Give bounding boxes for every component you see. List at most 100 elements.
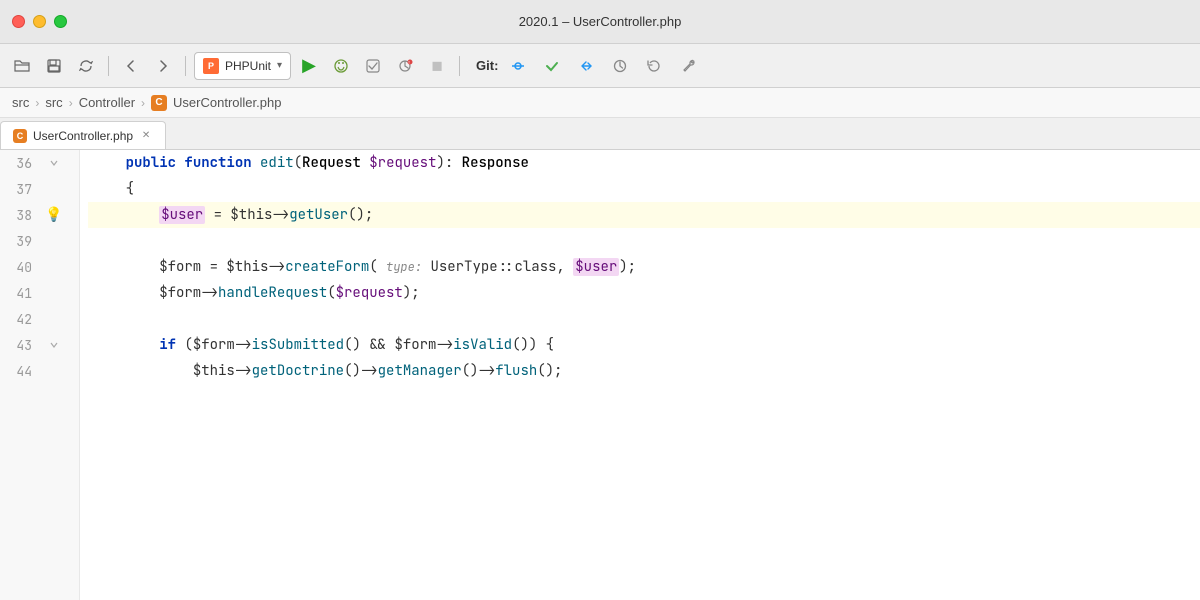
breadcrumb-controller[interactable]: Controller <box>79 95 135 110</box>
profile-button[interactable]: ! <box>391 52 419 80</box>
gutter-row-43: 43 <box>0 332 79 358</box>
type-response: Response <box>462 154 529 172</box>
tab-usercontroller[interactable]: C UserController.php ✕ <box>0 121 166 149</box>
git-history-button[interactable] <box>606 52 634 80</box>
git-check-icon <box>544 58 560 74</box>
git-commit-icon <box>510 58 526 74</box>
coverage-icon <box>365 58 381 74</box>
method-flush: flush <box>495 362 537 380</box>
fold-arrow-43 <box>49 340 59 350</box>
method-createform: createForm <box>285 258 369 276</box>
coverage-button[interactable] <box>359 52 387 80</box>
keyword-function: function <box>184 154 251 172</box>
git-label: Git: <box>476 58 498 73</box>
breadcrumb-sep-2: › <box>69 96 73 110</box>
tabbar: C UserController.php ✕ <box>0 118 1200 150</box>
line-number-42: 42 <box>0 311 44 328</box>
var-request: $request <box>369 154 436 172</box>
wrench-icon <box>680 58 696 74</box>
indent-36 <box>92 154 126 172</box>
line-number-37: 37 <box>0 181 44 198</box>
close-button[interactable] <box>12 15 25 28</box>
sync-button[interactable] <box>72 52 100 80</box>
code-line-41: $form -> handleRequest ( $request ); <box>88 280 1200 306</box>
breadcrumb-src1[interactable]: src <box>12 95 29 110</box>
bulb-icon-38[interactable]: 💡 <box>44 206 64 224</box>
tab-label: UserController.php <box>33 129 133 143</box>
tab-file-icon: C <box>13 129 27 143</box>
toolbar: P PHPUnit ▾ ▶ ! ◼ Git: <box>0 44 1200 88</box>
breadcrumb-sep-3: › <box>141 96 145 110</box>
gutter-row-42: 42 <box>0 306 79 332</box>
code-line-39 <box>88 228 1200 254</box>
titlebar: 2020.1 – UserController.php <box>0 0 1200 44</box>
fold-arrow-36 <box>49 158 59 168</box>
git-update-button[interactable] <box>572 52 600 80</box>
back-icon <box>124 59 138 73</box>
fold-icon-36[interactable] <box>44 158 64 168</box>
run-config-dropdown[interactable]: P PHPUnit ▾ <box>194 52 291 80</box>
minimize-button[interactable] <box>33 15 46 28</box>
back-button[interactable] <box>117 52 145 80</box>
gutter-row-44: 44 <box>0 358 79 384</box>
line-number-38: 38 <box>0 207 44 224</box>
breadcrumb-file[interactable]: UserController.php <box>173 95 281 110</box>
window-title: 2020.1 – UserController.php <box>519 14 682 29</box>
git-check-button[interactable] <box>538 52 566 80</box>
git-history-icon <box>612 58 628 74</box>
git-update-icon <box>578 58 594 74</box>
open-folder-button[interactable] <box>8 52 36 80</box>
line-number-44: 44 <box>0 363 44 380</box>
keyword-public: public <box>126 154 176 172</box>
forward-button[interactable] <box>149 52 177 80</box>
gutter-row-41: 41 <box>0 280 79 306</box>
debug-button[interactable] <box>327 52 355 80</box>
breadcrumb-src2[interactable]: src <box>45 95 62 110</box>
save-icon <box>47 59 61 73</box>
save-button[interactable] <box>40 52 68 80</box>
separator-1 <box>108 56 109 76</box>
debug-icon <box>333 58 349 74</box>
git-section: Git: <box>476 52 702 80</box>
line-number-41: 41 <box>0 285 44 302</box>
gutter-row-40: 40 <box>0 254 79 280</box>
git-commit-button[interactable] <box>504 52 532 80</box>
line-number-36: 36 <box>0 155 44 172</box>
sync-icon <box>79 59 93 73</box>
method-issubmitted: isSubmitted <box>252 336 344 354</box>
method-isvalid: isValid <box>453 336 512 354</box>
gutter-row-39: 39 <box>0 228 79 254</box>
editor-gutter: 36 37 38 💡 39 40 41 <box>0 150 80 600</box>
git-rollback-button[interactable] <box>640 52 668 80</box>
gutter-row-36: 36 <box>0 150 79 176</box>
fold-icon-43[interactable] <box>44 340 64 350</box>
breadcrumb-sep-1: › <box>35 96 39 110</box>
git-settings-button[interactable] <box>674 52 702 80</box>
separator-3 <box>459 56 460 76</box>
gutter-row-38: 38 💡 <box>0 202 79 228</box>
run-config-label: PHPUnit <box>225 59 271 73</box>
code-line-43: if ( $form -> isSubmitted () && $form ->… <box>88 332 1200 358</box>
keyword-if: if <box>159 336 176 354</box>
profile-icon: ! <box>397 58 413 74</box>
method-handlerequest: handleRequest <box>218 284 327 302</box>
traffic-lights <box>12 15 67 28</box>
code-content[interactable]: public function edit ( Request $request … <box>80 150 1200 600</box>
code-line-44: $this -> getDoctrine ()-> getManager ()-… <box>88 358 1200 384</box>
run-button[interactable]: ▶ <box>295 52 323 80</box>
method-getmanager: getManager <box>378 362 462 380</box>
method-getdoctrine: getDoctrine <box>252 362 344 380</box>
line-number-39: 39 <box>0 233 44 250</box>
code-line-36: public function edit ( Request $request … <box>88 150 1200 176</box>
code-line-38: $user = $this -> getUser (); <box>88 202 1200 228</box>
maximize-button[interactable] <box>54 15 67 28</box>
line-number-43: 43 <box>0 337 44 354</box>
method-getuser: getUser <box>289 206 348 224</box>
line-number-40: 40 <box>0 259 44 276</box>
separator-2 <box>185 56 186 76</box>
stop-button[interactable]: ◼ <box>423 52 451 80</box>
folder-icon <box>14 59 30 73</box>
code-line-37: { <box>88 176 1200 202</box>
gutter-row-37: 37 <box>0 176 79 202</box>
tab-close-button[interactable]: ✕ <box>139 129 153 143</box>
